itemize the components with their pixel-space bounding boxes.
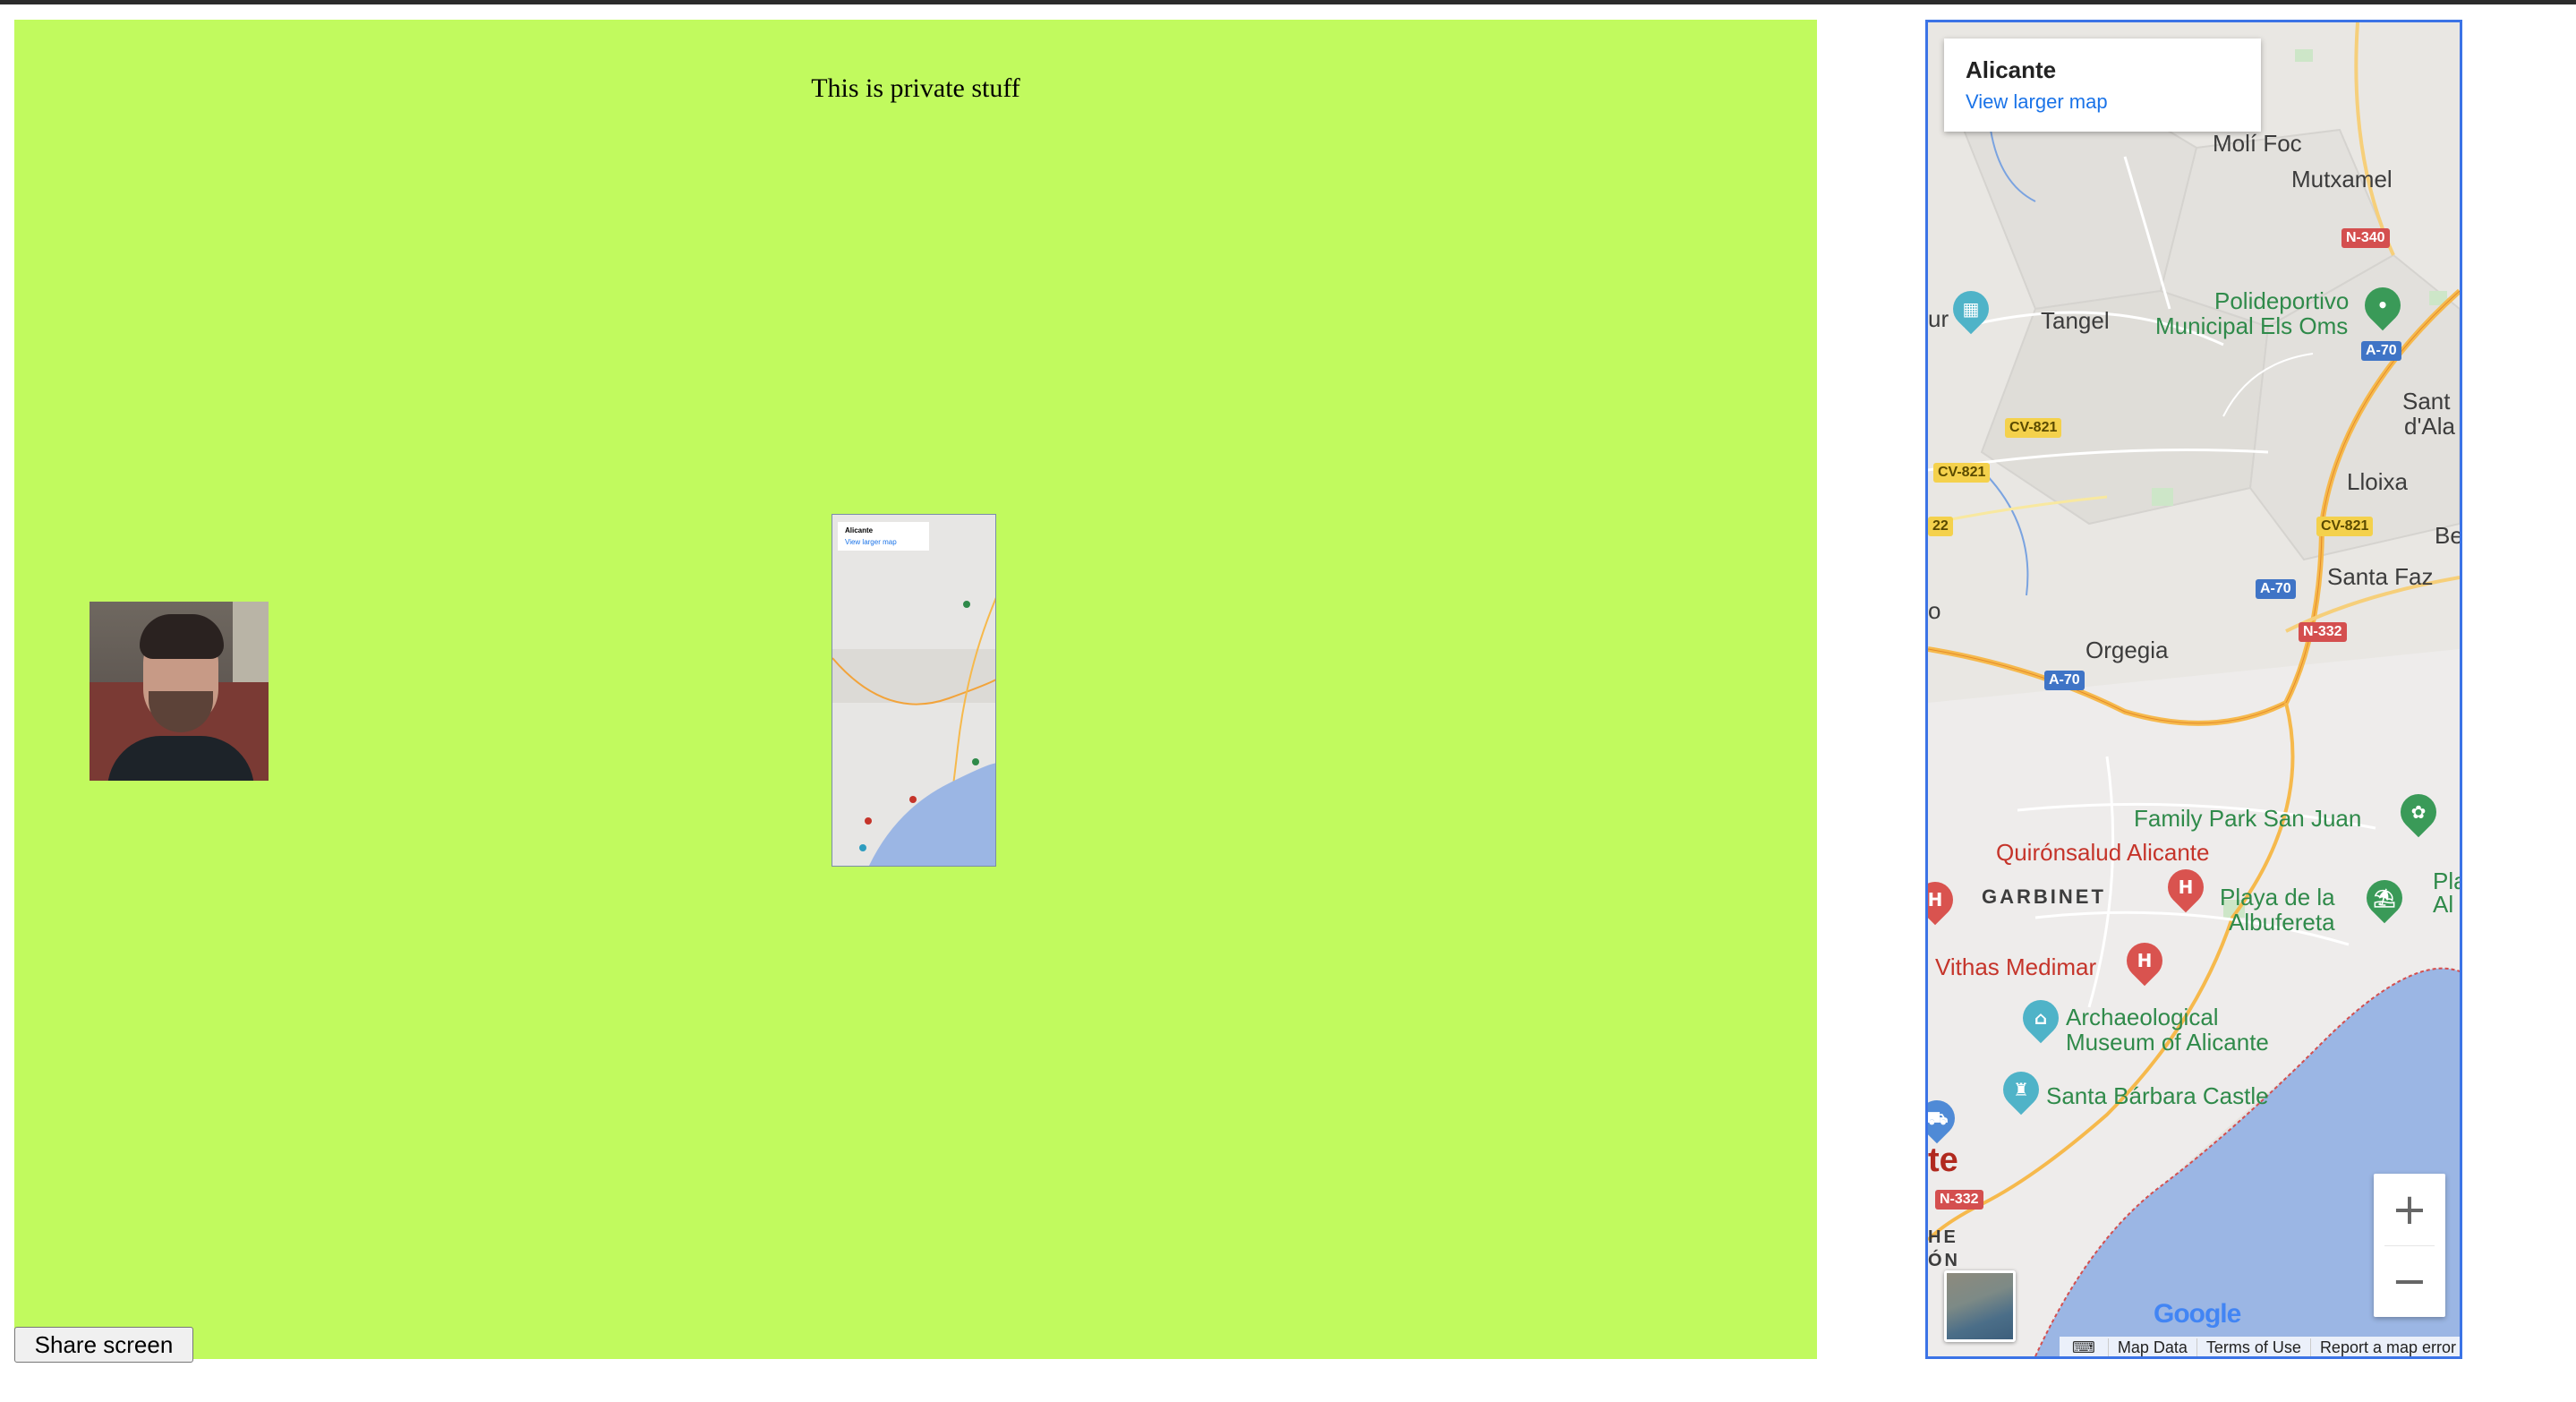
thumbnail-title: Alicante <box>845 526 874 534</box>
museum-pin-icon[interactable]: ⌂ <box>2015 992 2067 1044</box>
sports-pin-icon[interactable]: • <box>2357 279 2409 331</box>
satellite-view-toggle[interactable] <box>1944 1270 2016 1342</box>
map-label-santa-barbara: Santa Bárbara Castle <box>2046 1082 2269 1109</box>
map-label-edge-he: HE <box>1928 1227 1958 1247</box>
zoom-controls: + − <box>2374 1174 2445 1317</box>
map-label-polideportivo-1: Polideportivo <box>2214 287 2350 314</box>
map-label-edge-ur: ur <box>1928 305 1949 332</box>
road-badge-n340: N-340 <box>2341 228 2390 248</box>
map-label-sant-1: Sant <box>2402 388 2451 415</box>
map-label-sant-2: d'Ala <box>2404 413 2456 440</box>
embedded-map[interactable]: Molí Foc Mutxamel ur Tangel Polideportiv… <box>1925 20 2462 1359</box>
map-label-vithas: Vithas Medimar <box>1935 953 2097 980</box>
road-badge-cv821-3: CV-821 <box>2316 517 2374 536</box>
map-label-edge-o: o <box>1928 597 1941 624</box>
google-logo-text: Google <box>2154 1299 2241 1329</box>
map-label-polideportivo-2: Municipal Els Oms <box>2155 312 2349 339</box>
thumbnail-info-card: Alicante View larger map <box>838 522 929 551</box>
map-info-card: Alicante View larger map <box>1944 38 2261 132</box>
browser-top-edge <box>0 0 2576 4</box>
cinema-pin-icon[interactable]: ▦ <box>1945 283 1997 335</box>
webcam-person-hair <box>140 614 224 659</box>
map-label-santa-faz: Santa Faz <box>2327 563 2434 590</box>
share-screen-button[interactable]: Share screen <box>14 1327 193 1363</box>
zoom-out-button[interactable]: − <box>2374 1245 2445 1317</box>
map-attribution: ⌨ Map Data Terms of Use Report a map err… <box>1928 1337 2460 1356</box>
road-badge-cv821-1: CV-821 <box>2005 418 2062 438</box>
thumbnail-map-graphic <box>832 515 995 866</box>
map-label-moli-foc: Molí Foc <box>2213 130 2302 157</box>
view-larger-map-link[interactable]: View larger map <box>1966 90 2108 114</box>
terms-of-use-link[interactable]: Terms of Use <box>2196 1338 2310 1356</box>
road-badge-n332-2: N-332 <box>1935 1190 1983 1210</box>
map-label-edge-al: Al <box>2433 891 2454 918</box>
zoom-in-button[interactable]: + <box>2374 1174 2445 1245</box>
map-label-garbinet: GARBINET <box>1982 885 2106 908</box>
road-badge-a70-3: A-70 <box>2044 671 2085 690</box>
beach-pin-icon[interactable]: ⛱ <box>2358 872 2410 924</box>
map-label-orgegia: Orgegia <box>2086 637 2169 663</box>
road-badge-a70-2: A-70 <box>2256 579 2296 599</box>
screen-share-stage: This is private stuff Alicante View larg… <box>14 20 1817 1359</box>
map-label-archaeological-1: Archaeological <box>2066 1004 2219 1030</box>
map-label-tangel: Tangel <box>2041 307 2110 334</box>
map-label-archaeological-2: Museum of Alicante <box>2066 1029 2269 1056</box>
park-pin-icon[interactable]: ✿ <box>2393 786 2444 838</box>
map-label-quironsalud: Quirónsalud Alicante <box>1996 839 2210 866</box>
map-label-lloixa: Lloixa <box>2347 468 2408 495</box>
road-badge-n332-1: N-332 <box>2299 622 2347 642</box>
webcam-video <box>90 602 269 781</box>
map-label-edge-on: ÓN <box>1928 1251 1960 1270</box>
private-stuff-text: This is private stuff <box>811 73 1020 103</box>
thumbnail-link: View larger map <box>845 538 897 546</box>
map-label-playa-2: Albufereta <box>2229 909 2335 936</box>
shared-map-thumbnail: Alicante View larger map <box>832 514 996 867</box>
road-badge-a70-1: A-70 <box>2361 341 2401 361</box>
attribution-bar: ⌨ Map Data Terms of Use Report a map err… <box>2059 1337 2460 1356</box>
google-logo: Google <box>2154 1299 2241 1329</box>
castle-pin-icon[interactable]: ♜ <box>1995 1064 2047 1116</box>
hospital-pin-icon[interactable]: H <box>2160 861 2212 913</box>
road-badge-cv822: 22 <box>1928 517 1953 536</box>
map-data-link[interactable]: Map Data <box>2107 1338 2196 1356</box>
map-label-mutxamel: Mutxamel <box>2291 166 2393 192</box>
keyboard-shortcuts-icon[interactable]: ⌨ <box>2060 1338 2108 1356</box>
map-label-family-park: Family Park San Juan <box>2134 805 2362 832</box>
map-label-edge-be: Be <box>2435 522 2462 549</box>
road-badge-cv821-2: CV-821 <box>1933 463 1991 483</box>
hospital-pin-vithas-icon[interactable]: H <box>2119 935 2171 987</box>
map-label-playa-1: Playa de la <box>2220 884 2335 910</box>
map-info-title: Alicante <box>1966 56 2057 83</box>
map-tiles[interactable] <box>1928 22 2460 1356</box>
report-map-error-link[interactable]: Report a map error <box>2309 1338 2460 1356</box>
map-label-city: te <box>1928 1141 1958 1179</box>
